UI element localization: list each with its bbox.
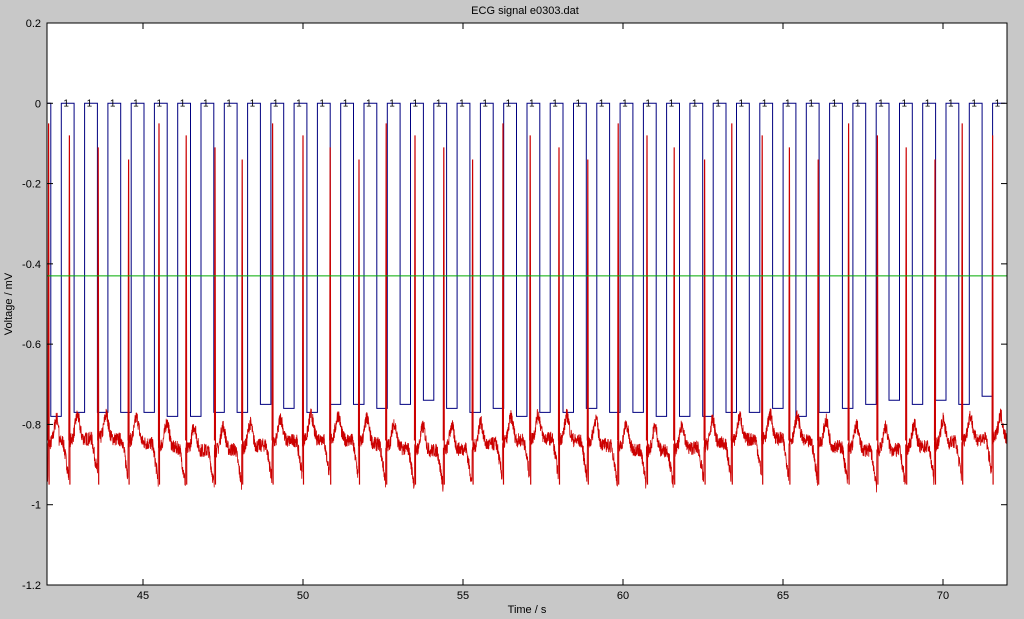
- beat-label: 1: [156, 98, 162, 109]
- beat-label: 1: [133, 98, 139, 109]
- beat-label: 1: [529, 98, 535, 109]
- r-peak-12: [385, 123, 388, 485]
- r-peak-33: [991, 135, 994, 485]
- r-peak-21: [645, 135, 649, 485]
- beat-label: 1: [366, 98, 372, 109]
- beat-label: 1: [808, 98, 814, 109]
- r-peak-13: [413, 135, 417, 485]
- r-peak-25: [761, 135, 764, 485]
- beat-label: 1: [413, 98, 419, 109]
- beat-label: 1: [226, 98, 232, 109]
- beat-label: 1: [436, 98, 442, 109]
- x-tick-label: 50: [297, 590, 309, 602]
- r-peak-32: [961, 123, 964, 485]
- y-tick-label: -0.2: [22, 179, 41, 191]
- ecg-figure: ECG signal e0303.dat 1 1 1 1 1 1 1 1 1 1 1 1 1 1 1 1 1 1 1…: [3, 5, 1008, 616]
- beat-label: 1: [599, 98, 605, 109]
- x-tick-label: 45: [137, 590, 149, 602]
- r-peak-6: [213, 147, 217, 485]
- y-tick-label: 0.2: [26, 18, 41, 30]
- chart-title: ECG signal e0303.dat: [471, 5, 579, 17]
- y-tick-label: -1.2: [22, 580, 41, 592]
- x-tick-label: 60: [617, 590, 629, 602]
- beat-label: 1: [250, 98, 256, 109]
- r-peak-0: [47, 123, 50, 485]
- x-axis-label: Time / s: [508, 604, 547, 616]
- r-peak-8: [271, 123, 274, 485]
- r-peak-18: [557, 147, 561, 485]
- beat-label: 1: [925, 98, 931, 109]
- beat-label: 1: [715, 98, 721, 109]
- r-peak-26: [788, 147, 791, 485]
- beat-label: 1: [296, 98, 302, 109]
- r-peak-23: [703, 159, 706, 485]
- y-tick-label: 0: [35, 98, 41, 110]
- r-peak-29: [876, 135, 879, 485]
- r-peak-14: [442, 147, 445, 485]
- beat-label: 1: [692, 98, 698, 109]
- beat-label: 1: [273, 98, 279, 109]
- y-tick-label: -1: [31, 500, 41, 512]
- r-peak-7: [241, 159, 244, 485]
- r-peak-20: [617, 123, 620, 485]
- beat-label: 1: [948, 98, 954, 109]
- beat-label: 1: [855, 98, 861, 109]
- beat-label: 1: [203, 98, 209, 109]
- r-peak-15: [471, 159, 474, 485]
- beat-label: 1: [622, 98, 628, 109]
- beat-label: 1: [552, 98, 558, 109]
- r-peak-3: [127, 159, 130, 485]
- beat-label: 1: [63, 98, 69, 109]
- r-peak-24: [730, 123, 733, 485]
- beat-label: 1: [832, 98, 838, 109]
- beat-label: 1: [389, 98, 395, 109]
- beat-label: 1: [738, 98, 744, 109]
- beat-label: 1: [576, 98, 582, 109]
- y-tick-label: -0.8: [22, 419, 41, 431]
- r-peak-1: [68, 135, 71, 485]
- beat-label: 1: [901, 98, 907, 109]
- r-peak-17: [529, 135, 532, 485]
- beat-label: 1: [785, 98, 791, 109]
- y-axis-label: Voltage / mV: [3, 272, 15, 335]
- r-peak-5: [185, 135, 188, 485]
- beat-label: 1: [482, 98, 488, 109]
- beat-label: 1: [878, 98, 884, 109]
- beat-label: 1: [343, 98, 349, 109]
- x-tick-label: 65: [777, 590, 789, 602]
- r-peak-9: [301, 135, 305, 485]
- beat-label: 1: [110, 98, 116, 109]
- beat-label: 1: [995, 98, 1001, 109]
- r-peak-10: [329, 147, 332, 485]
- r-peak-31: [933, 159, 937, 485]
- y-tick-label: -0.6: [22, 339, 41, 351]
- r-peak-27: [817, 159, 820, 485]
- beat-label: 1: [971, 98, 977, 109]
- r-peak-28: [847, 123, 850, 485]
- beat-label: 1: [645, 98, 651, 109]
- r-peak-16: [501, 123, 505, 485]
- beat-label: 1: [459, 98, 465, 109]
- r-peak-30: [905, 147, 908, 485]
- y-tick-label: -0.4: [22, 259, 41, 271]
- x-tick-label: 70: [937, 590, 949, 602]
- beat-label: 1: [180, 98, 186, 109]
- beat-label: 1: [319, 98, 325, 109]
- beat-label: 1: [87, 98, 93, 109]
- beat-label: 1: [506, 98, 512, 109]
- r-peak-19: [586, 159, 589, 485]
- r-peak-22: [673, 147, 676, 485]
- r-peak-2: [97, 147, 100, 485]
- beat-label: 1: [762, 98, 768, 109]
- x-tick-label: 55: [457, 590, 469, 602]
- beat-label: 1: [669, 98, 675, 109]
- r-peak-4: [157, 123, 161, 485]
- r-peak-11: [357, 159, 361, 485]
